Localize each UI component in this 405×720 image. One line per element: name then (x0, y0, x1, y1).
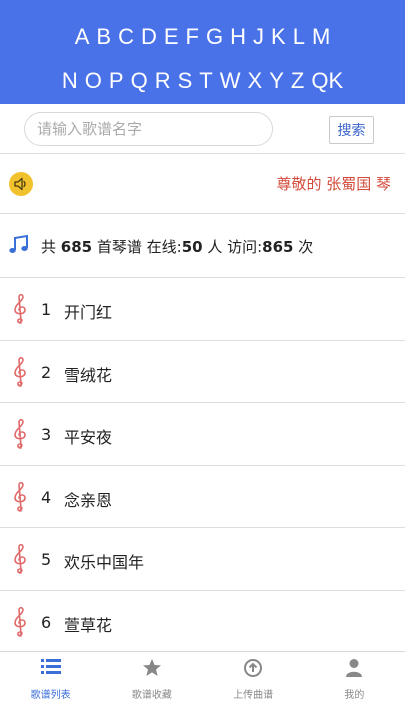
letter-m[interactable]: M (308, 22, 333, 52)
tab-favorites[interactable]: 歌谱收藏 (101, 652, 202, 720)
tab-label: 歌谱收藏 (131, 690, 172, 701)
search-bar: 搜索 (0, 104, 405, 154)
song-list: 1 开门红 2 雪绒花 3 平安夜 4 念亲恩 5 欢乐中国年 6 萱草花 (0, 278, 405, 653)
song-number: 6 (41, 612, 52, 632)
notice-bar: 尊敬的 张蜀国 琴 (0, 154, 405, 214)
letter-x[interactable]: X (244, 66, 266, 96)
tab-label: 我的 (344, 690, 365, 701)
visit-unit: 次 (293, 238, 314, 256)
song-title: 萱草花 (64, 615, 113, 635)
song-title: 开门红 (64, 303, 113, 322)
treble-clef-icon (11, 543, 29, 578)
treble-clef-icon (11, 606, 29, 641)
notice-text: 尊敬的 张蜀国 琴 (276, 175, 391, 193)
tab-song-list[interactable]: 歌谱列表 (0, 652, 101, 720)
letter-r[interactable]: R (151, 66, 174, 96)
song-row[interactable]: 3 平安夜 (0, 403, 405, 466)
letter-y[interactable]: Y (266, 66, 288, 96)
song-title: 欢乐中国年 (64, 553, 145, 572)
letter-f[interactable]: F (182, 22, 202, 52)
letter-j[interactable]: J (250, 22, 268, 52)
song-title: 念亲恩 (64, 490, 113, 510)
song-title: 平安夜 (64, 428, 113, 447)
list-icon (40, 658, 61, 680)
letter-e[interactable]: E (160, 22, 182, 52)
letter-n[interactable]: N (58, 66, 81, 96)
score-unit: 首琴谱 在线: (92, 238, 182, 256)
treble-clef-icon (11, 481, 29, 516)
song-number: 4 (41, 487, 52, 507)
speaker-icon[interactable] (9, 172, 33, 196)
alphabet-index-bar: A B C D E F G H J K L M N O P Q R S T W … (0, 0, 405, 104)
song-number: 2 (41, 362, 52, 382)
treble-clef-icon (11, 356, 29, 391)
stats-bar: 共 685 首琴谱 在线:50 人 访问:865 次 (0, 214, 405, 278)
score-count: 685 (60, 238, 93, 256)
song-number: 1 (41, 300, 52, 319)
letter-s[interactable]: S (174, 66, 196, 96)
letter-a[interactable]: A (71, 22, 93, 52)
song-number: 5 (41, 550, 52, 569)
song-row[interactable]: 1 开门红 (0, 278, 405, 341)
stats-prefix: 共 (41, 238, 61, 256)
letter-o[interactable]: O (81, 66, 105, 96)
song-row[interactable]: 5 欢乐中国年 (0, 528, 405, 591)
treble-clef-icon (11, 293, 29, 328)
treble-clef-icon (11, 418, 29, 453)
tab-label: 歌谱列表 (30, 690, 71, 701)
search-input[interactable] (24, 112, 273, 146)
letter-d[interactable]: D (137, 22, 160, 52)
letter-q[interactable]: Q (127, 66, 151, 96)
letter-z[interactable]: Z (287, 66, 307, 96)
tab-label: 上传曲谱 (233, 690, 274, 701)
music-note-icon (8, 234, 30, 260)
letter-t[interactable]: T (196, 66, 216, 96)
alphabet-row-1: A B C D E F G H J K L M (0, 22, 405, 52)
online-unit: 人 访问: (202, 238, 263, 256)
search-button[interactable]: 搜索 (329, 116, 374, 144)
song-number: 3 (41, 425, 52, 444)
upload-icon (243, 658, 263, 682)
stats-text: 共 685 首琴谱 在线:50 人 访问:865 次 (41, 236, 313, 257)
letter-h[interactable]: H (227, 22, 250, 52)
song-row[interactable]: 2 雪绒花 (0, 341, 405, 403)
bottom-tab-bar: 歌谱列表 歌谱收藏 上传曲谱 我的 (0, 651, 405, 720)
user-icon (345, 658, 363, 682)
tab-me[interactable]: 我的 (304, 652, 405, 720)
song-row[interactable]: 4 念亲恩 (0, 466, 405, 528)
online-count: 50 (181, 238, 203, 256)
tab-upload[interactable]: 上传曲谱 (203, 652, 304, 720)
song-title: 雪绒花 (64, 365, 113, 385)
letter-b[interactable]: B (93, 22, 115, 52)
visit-count: 865 (262, 238, 294, 256)
letter-g[interactable]: G (203, 22, 227, 52)
letter-p[interactable]: P (105, 66, 127, 96)
letter-c[interactable]: C (115, 22, 138, 52)
letter-k[interactable]: K (268, 22, 290, 52)
letter-qk[interactable]: QK (308, 66, 347, 96)
letter-w[interactable]: W (216, 66, 244, 96)
star-icon (142, 658, 162, 682)
letter-l[interactable]: L (289, 22, 308, 52)
alphabet-row-2: N O P Q R S T W X Y Z QK (0, 66, 405, 96)
song-row[interactable]: 6 萱草花 (0, 591, 405, 653)
